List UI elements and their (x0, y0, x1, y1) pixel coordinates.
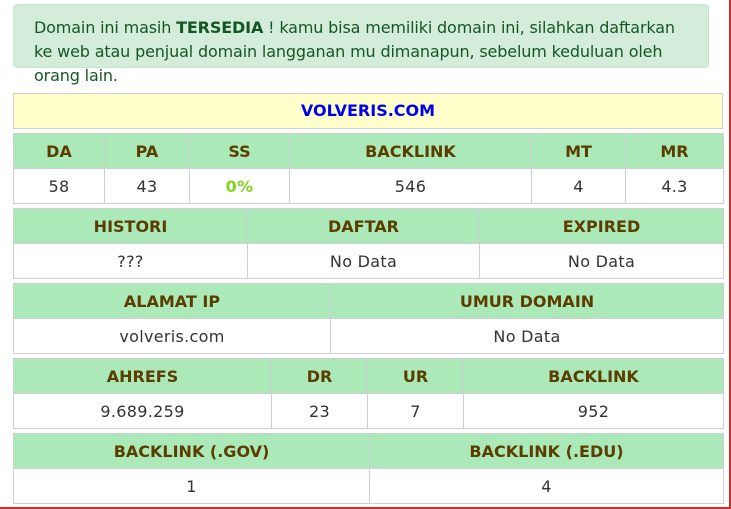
ur-header: UR (367, 358, 464, 394)
dr-value: 23 (271, 393, 368, 429)
hosting-value-row: volveris.com No Data (13, 318, 724, 354)
histori-header: HISTORI (13, 208, 248, 244)
special-backlinks-header-row: BACKLINK (.GOV) BACKLINK (.EDU) (13, 433, 724, 469)
special-backlinks-table: BACKLINK (.GOV) BACKLINK (.EDU) 1 4 (13, 433, 724, 504)
ahrefs-header: AHREFS (13, 358, 272, 394)
gov-backlink-value: 1 (13, 468, 370, 504)
ur-value: 7 (367, 393, 464, 429)
backlink-value: 546 (289, 168, 532, 204)
da-header: DA (13, 133, 105, 169)
da-value: 58 (13, 168, 105, 204)
domain-age-header: UMUR DOMAIN (330, 283, 724, 319)
metrics-header-row: DA PA SS BACKLINK MT MR (13, 133, 724, 169)
domain-name: VOLVERIS.COM (13, 93, 723, 129)
expired-value: No Data (479, 243, 724, 279)
registration-header-row: HISTORI DAFTAR EXPIRED (13, 208, 724, 244)
ahrefs-backlink-header: BACKLINK (463, 358, 724, 394)
ahrefs-header-row: AHREFS DR UR BACKLINK (13, 358, 724, 394)
expired-header: EXPIRED (479, 208, 724, 244)
edu-backlink-header: BACKLINK (.EDU) (369, 433, 724, 469)
availability-alert: Domain ini masih TERSEDIA ! kamu bisa me… (13, 4, 709, 85)
ahrefs-backlink-value: 952 (463, 393, 724, 429)
metrics-table: DA PA SS BACKLINK MT MR 58 43 0% 546 4 4… (13, 133, 724, 204)
ip-header: ALAMAT IP (13, 283, 331, 319)
domain-age-value: No Data (330, 318, 724, 354)
hosting-header-row: ALAMAT IP UMUR DOMAIN (13, 283, 724, 319)
ip-value: volveris.com (13, 318, 331, 354)
mt-header: MT (531, 133, 626, 169)
pa-header: PA (104, 133, 190, 169)
ahrefs-table: AHREFS DR UR BACKLINK 9.689.259 23 7 952 (13, 358, 724, 429)
edu-backlink-value: 4 (369, 468, 724, 504)
ss-value: 0% (189, 168, 290, 204)
mr-header: MR (625, 133, 724, 169)
ss-header: SS (189, 133, 290, 169)
histori-value: ??? (13, 243, 248, 279)
registration-table: HISTORI DAFTAR EXPIRED ??? No Data No Da… (13, 208, 724, 279)
mt-value: 4 (531, 168, 626, 204)
backlink-header: BACKLINK (289, 133, 532, 169)
pa-value: 43 (104, 168, 190, 204)
dr-header: DR (271, 358, 368, 394)
daftar-value: No Data (247, 243, 480, 279)
hosting-table: ALAMAT IP UMUR DOMAIN volveris.com No Da… (13, 283, 724, 354)
gov-backlink-header: BACKLINK (.GOV) (13, 433, 370, 469)
ahrefs-value: 9.689.259 (13, 393, 272, 429)
daftar-header: DAFTAR (247, 208, 480, 244)
mr-value: 4.3 (625, 168, 724, 204)
alert-status: TERSEDIA (176, 18, 264, 37)
special-backlinks-value-row: 1 4 (13, 468, 724, 504)
ahrefs-value-row: 9.689.259 23 7 952 (13, 393, 724, 429)
registration-value-row: ??? No Data No Data (13, 243, 724, 279)
alert-prefix: Domain ini masih (34, 18, 177, 37)
metrics-value-row: 58 43 0% 546 4 4.3 (13, 168, 724, 204)
